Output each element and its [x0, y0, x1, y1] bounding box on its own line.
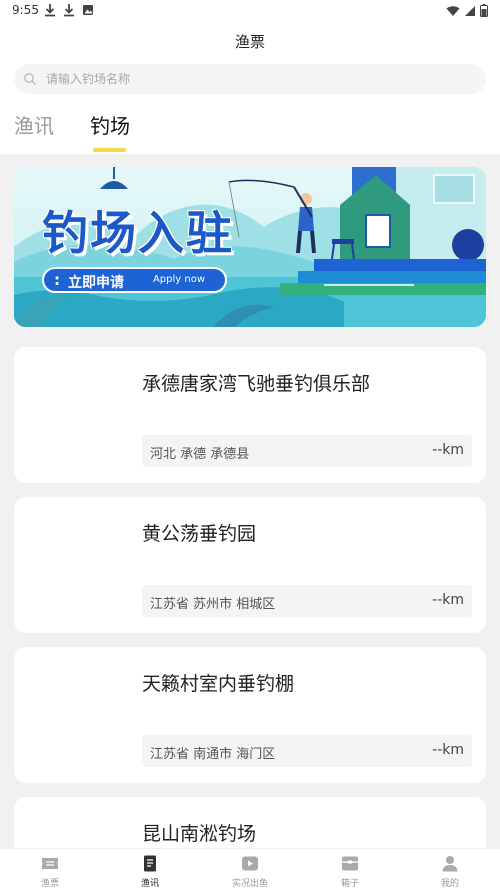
tabbar-item-news[interactable]: 渔讯: [100, 849, 200, 891]
tab-news[interactable]: 渔讯: [14, 110, 54, 139]
venue-thumbnail: [24, 659, 136, 771]
venue-card[interactable]: 昆山南淞钓场: [14, 797, 486, 848]
venue-name: 承德唐家湾飞驰垂钓俱乐部: [142, 373, 371, 395]
tabbar-label: 渔票: [40, 879, 59, 889]
tabbar-label: 我的: [440, 879, 459, 889]
signal-icon: [465, 5, 475, 16]
battery-icon: [480, 4, 488, 17]
document-icon: [144, 855, 156, 872]
venue-region: 河北 承德 承德县: [150, 447, 250, 462]
venue-distance: --km: [432, 742, 464, 758]
apply-now-label: 立即申请: [68, 275, 124, 291]
search-icon: [24, 73, 36, 85]
header: 渔票 渔讯 钓场: [0, 22, 500, 154]
venue-name: 黄公荡垂钓园: [142, 523, 257, 545]
status-right-icons: [446, 4, 488, 17]
person-icon: [442, 856, 458, 872]
venue-name: 天籁村室内垂钓棚: [142, 673, 295, 695]
venue-thumbnail: [24, 509, 136, 621]
venue-distance: --km: [432, 592, 464, 608]
tabbar-label: 箱子: [340, 879, 359, 889]
download-icon: [64, 4, 74, 17]
venue-card[interactable]: 黄公荡垂钓园 江苏省 苏州市 相城区 --km: [14, 497, 486, 633]
venue-card[interactable]: 承德唐家湾飞驰垂钓俱乐部 河北 承德 承德县 --km: [14, 347, 486, 483]
cta-dot-icon: :: [54, 271, 60, 289]
tabbar-label: 渔讯: [140, 879, 159, 889]
venue-region: 江苏省 南通市 海门区: [150, 747, 276, 762]
venue-name: 昆山南淞钓场: [142, 823, 257, 845]
ticket-icon: [42, 858, 58, 869]
status-bar: 9:55: [0, 0, 500, 22]
venue-location-bar: 江苏省 南通市 海门区 --km: [142, 735, 472, 767]
banner-title: 钓场入驻: [42, 206, 234, 260]
photo-notification-icon: [83, 5, 93, 15]
tabbar-label: 实况出鱼: [231, 879, 268, 889]
box-icon: [342, 856, 358, 871]
tab-venues[interactable]: 钓场: [90, 110, 130, 139]
tabbar-item-box[interactable]: 箱子: [300, 849, 400, 891]
page-title: 渔票: [234, 33, 265, 51]
venue-distance: --km: [432, 442, 464, 458]
tabbar-item-profile[interactable]: 我的: [400, 849, 500, 891]
bottom-tab-bar: 渔票 渔讯 实况出鱼 箱子 我的: [0, 848, 500, 891]
tabbar-item-live[interactable]: 实况出鱼: [200, 849, 300, 891]
active-tab-indicator: [93, 148, 126, 152]
apply-now-english-label: Apply now: [152, 274, 206, 285]
venue-location-bar: 江苏省 苏州市 相城区 --km: [142, 585, 472, 617]
venue-thumbnail: [24, 359, 136, 471]
venue-card[interactable]: 天籁村室内垂钓棚 江苏省 南通市 海门区 --km: [14, 647, 486, 783]
status-time: 9:55: [12, 3, 39, 17]
venue-location-bar: 河北 承德 承德县 --km: [142, 435, 472, 467]
video-icon: [242, 856, 258, 871]
download-icon: [45, 4, 55, 17]
venue-region: 江苏省 苏州市 相城区: [150, 597, 276, 612]
wifi-icon: [446, 5, 460, 16]
venue-join-banner[interactable]: 钓场入驻 : 立即申请 Apply now: [14, 167, 486, 327]
search-bar[interactable]: [14, 64, 486, 94]
tabbar-item-tickets[interactable]: 渔票: [0, 849, 100, 891]
search-input[interactable]: [46, 64, 466, 94]
